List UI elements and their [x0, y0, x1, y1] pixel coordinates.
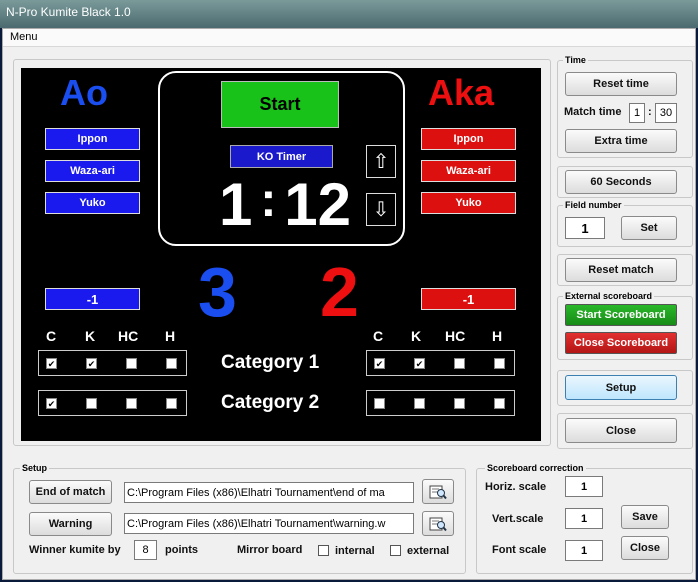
- mirror-internal-label: internal: [335, 545, 375, 557]
- penalty-checkbox[interactable]: ✔: [46, 398, 57, 409]
- time-group-title: Time: [563, 55, 588, 65]
- blue-header-hc: HC: [118, 328, 139, 344]
- penalty-checkbox[interactable]: ✔: [46, 358, 57, 369]
- red-ippon-button[interactable]: Ippon: [421, 128, 516, 150]
- blue-minus-button[interactable]: -1: [45, 288, 140, 310]
- penalty-checkbox[interactable]: ✔: [374, 358, 385, 369]
- blue-header-k: K: [85, 328, 96, 344]
- blue-header-h: H: [165, 328, 176, 344]
- horiz-scale-input[interactable]: 1: [565, 476, 603, 497]
- field-number-title: Field number: [563, 200, 624, 210]
- penalty-checkbox[interactable]: [494, 358, 505, 369]
- penalty-checkbox[interactable]: ✔: [86, 358, 97, 369]
- reset-match-button[interactable]: Reset match: [565, 258, 677, 282]
- timer-separator: :: [260, 173, 277, 227]
- penalty-checkbox[interactable]: ✔: [414, 358, 425, 369]
- vert-scale-input[interactable]: 1: [565, 508, 603, 529]
- red-yuko-button[interactable]: Yuko: [421, 192, 516, 214]
- browse-file-icon: [429, 517, 447, 531]
- match-time-minutes-input[interactable]: 1: [629, 103, 645, 123]
- blue-penalty-row-2: [38, 390, 187, 416]
- browse-warning-button[interactable]: [422, 511, 454, 536]
- extra-time-button[interactable]: Extra time: [565, 129, 677, 153]
- penalty-checkbox[interactable]: [126, 358, 137, 369]
- arrow-down-icon: ⇩: [372, 199, 390, 221]
- mirror-external-checkbox[interactable]: [390, 545, 401, 556]
- setup-button[interactable]: Setup: [565, 375, 677, 400]
- save-correction-button[interactable]: Save: [621, 505, 669, 529]
- blue-waza-ari-button[interactable]: Waza-ari: [45, 160, 140, 182]
- mirror-internal-checkbox[interactable]: [318, 545, 329, 556]
- penalty-checkbox[interactable]: [166, 398, 177, 409]
- timer-minutes: 1: [218, 170, 253, 238]
- blue-score: 3: [198, 253, 237, 331]
- red-minus-button[interactable]: -1: [421, 288, 516, 310]
- points-label: points: [165, 544, 198, 556]
- penalty-checkbox[interactable]: [374, 398, 385, 409]
- mirror-board-label: Mirror board: [237, 544, 303, 556]
- red-header-hc: HC: [445, 328, 466, 344]
- blue-penalty-row-1: [38, 350, 187, 376]
- blue-yuko-button[interactable]: Yuko: [45, 192, 140, 214]
- close-correction-button[interactable]: Close: [621, 536, 669, 560]
- penalty-checkbox[interactable]: [454, 358, 465, 369]
- match-time-seconds-input[interactable]: 30: [655, 103, 677, 123]
- setup-panel-title: Setup: [20, 463, 50, 473]
- external-scoreboard-title: External scoreboard: [563, 291, 655, 301]
- window-title: N-Pro Kumite Black 1.0: [6, 5, 131, 19]
- menu-bar: [3, 29, 695, 47]
- red-score: 2: [320, 253, 359, 331]
- penalty-checkbox[interactable]: [166, 358, 177, 369]
- close-scoreboard-button[interactable]: Close Scoreboard: [565, 332, 677, 354]
- browse-file-icon: [429, 485, 447, 499]
- red-penalty-row-2: [366, 390, 515, 416]
- menu-item-menu[interactable]: Menu: [10, 31, 38, 43]
- blue-ippon-button[interactable]: Ippon: [45, 128, 140, 150]
- vert-scale-label: Vert.scale: [492, 513, 544, 525]
- time-up-button[interactable]: ⇧: [366, 145, 396, 178]
- set-field-button[interactable]: Set: [621, 216, 677, 240]
- arrow-up-icon: ⇧: [372, 151, 390, 173]
- penalty-checkbox[interactable]: [86, 398, 97, 409]
- penalty-checkbox[interactable]: [494, 398, 505, 409]
- red-header-c: C: [373, 328, 384, 344]
- blue-header-c: C: [46, 328, 57, 344]
- horiz-scale-label: Horiz. scale: [485, 481, 547, 493]
- sixty-seconds-button[interactable]: 60 Seconds: [565, 170, 677, 194]
- red-name: Aka: [428, 72, 495, 113]
- category-2-label: Category 2: [221, 392, 320, 413]
- warning-button[interactable]: Warning: [29, 512, 112, 536]
- end-of-match-path-input[interactable]: C:\Program Files (x86)\Elhatri Tournamen…: [124, 482, 414, 503]
- warning-path-input[interactable]: C:\Program Files (x86)\Elhatri Tournamen…: [124, 513, 414, 534]
- match-timer: 1 : 12: [205, 168, 365, 240]
- mirror-external-label: external: [407, 545, 450, 557]
- penalty-checkbox[interactable]: [454, 398, 465, 409]
- red-waza-ari-button[interactable]: Waza-ari: [421, 160, 516, 182]
- close-button[interactable]: Close: [565, 418, 677, 443]
- browse-end-of-match-button[interactable]: [422, 479, 454, 504]
- reset-time-button[interactable]: Reset time: [565, 72, 677, 96]
- penalty-checkbox[interactable]: [126, 398, 137, 409]
- time-down-button[interactable]: ⇩: [366, 193, 396, 226]
- penalty-checkbox[interactable]: [414, 398, 425, 409]
- match-time-label: Match time: [564, 106, 622, 118]
- winner-points-input[interactable]: 8: [134, 540, 157, 560]
- red-header-h: H: [492, 328, 503, 344]
- timer-seconds: 12: [284, 170, 352, 238]
- red-header-k: K: [411, 328, 422, 344]
- end-of-match-button[interactable]: End of match: [29, 480, 112, 504]
- font-scale-label: Font scale: [492, 544, 547, 556]
- match-time-separator: :: [648, 106, 652, 118]
- ko-timer-button[interactable]: KO Timer: [230, 145, 333, 168]
- field-number-input[interactable]: 1: [565, 217, 605, 239]
- start-scoreboard-button[interactable]: Start Scoreboard: [565, 304, 677, 326]
- font-scale-input[interactable]: 1: [565, 540, 603, 561]
- start-button[interactable]: Start: [221, 81, 339, 128]
- red-penalty-row-1: [366, 350, 515, 376]
- category-1-label: Category 1: [221, 352, 320, 373]
- blue-name: Ao: [60, 72, 108, 113]
- scoreboard-correction-title: Scoreboard correction: [485, 463, 586, 473]
- winner-kumite-label: Winner kumite by: [29, 544, 121, 556]
